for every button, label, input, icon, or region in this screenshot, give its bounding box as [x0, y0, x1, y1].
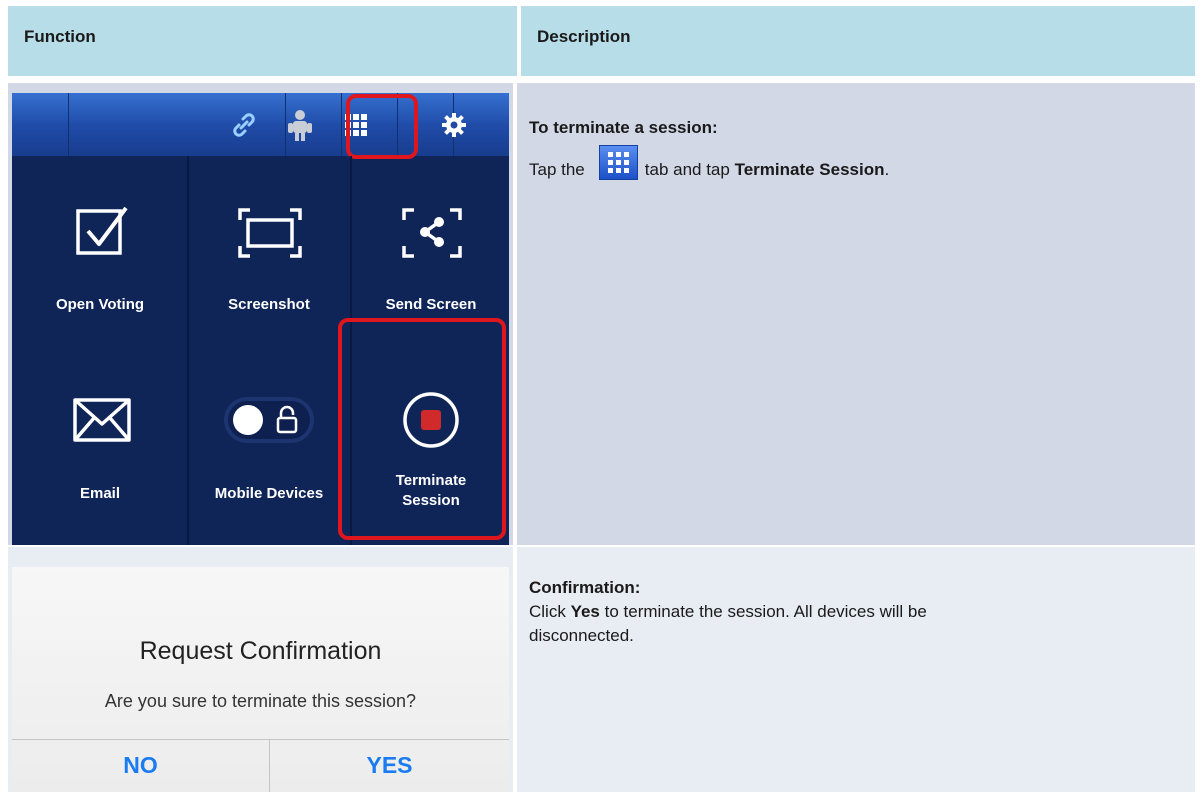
- yes-button[interactable]: YES: [270, 739, 509, 792]
- screenshot-frame-icon: [238, 208, 302, 258]
- column-divider: [513, 547, 517, 792]
- column-divider: [513, 83, 517, 545]
- tab-bar: [12, 93, 509, 156]
- open-voting-tile[interactable]: Open Voting: [20, 156, 180, 351]
- share-screen-icon: [402, 208, 462, 258]
- envelope-icon: [73, 398, 131, 442]
- row1-instruction: Tap the tab and tap Terminate Session.: [529, 144, 889, 194]
- table-header-row: Function Description: [8, 6, 1195, 76]
- header-function: Function: [24, 27, 96, 46]
- link-icon[interactable]: [224, 105, 264, 145]
- dialog-message: Are you sure to terminate this session?: [104, 691, 417, 711]
- row2-text-line2: disconnected.: [529, 626, 634, 645]
- toggle-lock-icon: [224, 397, 314, 443]
- terminate-highlight: [338, 318, 506, 540]
- people-icon[interactable]: [280, 105, 320, 145]
- row2-heading: Confirmation:: [529, 578, 641, 597]
- column-divider: [517, 6, 521, 76]
- row1-heading: To terminate a session:: [529, 118, 718, 137]
- tile-label: Email: [79, 485, 121, 502]
- grid-tab-highlight: [346, 94, 418, 159]
- row2-text: Click Yes to terminate the session. All …: [529, 602, 927, 621]
- app-toolbar-screenshot: Open Voting Screenshot Send Screen Email…: [12, 93, 509, 545]
- tile-label: Screenshot: [228, 296, 310, 313]
- mobile-devices-tile[interactable]: Mobile Devices: [189, 351, 349, 545]
- tile-label: Open Voting: [55, 296, 145, 313]
- header-description: Description: [537, 27, 631, 46]
- dialog-title: Request Confirmation: [139, 637, 382, 665]
- checkbox-icon: [76, 206, 128, 255]
- email-tile[interactable]: Email: [20, 351, 180, 545]
- no-button[interactable]: NO: [12, 739, 269, 792]
- tile-label: Mobile Devices: [214, 485, 324, 502]
- confirmation-dialog: Request Confirmation Are you sure to ter…: [12, 567, 509, 792]
- grid-tab-icon: [598, 144, 638, 180]
- gear-icon[interactable]: [434, 105, 474, 145]
- screenshot-tile[interactable]: Screenshot: [189, 156, 349, 351]
- tile-label: Send Screen: [385, 296, 477, 313]
